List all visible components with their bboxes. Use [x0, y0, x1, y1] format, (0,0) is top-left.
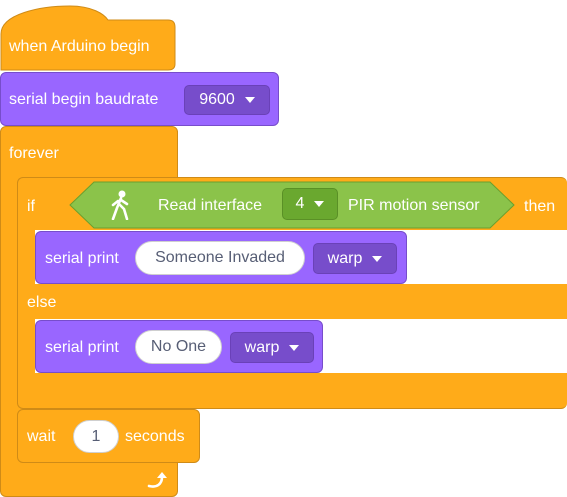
sensor-label: PIR motion sensor	[348, 197, 480, 214]
chevron-down-icon	[244, 97, 255, 103]
baudrate-value: 9600	[199, 91, 235, 108]
print-text-value: No One	[150, 338, 207, 355]
baudrate-dropdown[interactable]: 9600	[184, 85, 270, 115]
print-text-value: Someone Invaded	[155, 249, 285, 266]
wait-label: wait	[27, 428, 56, 445]
hat-block-shape	[0, 5, 176, 71]
print-mode-value: warp	[327, 249, 363, 267]
serial-begin-block[interactable]: serial begin baudrate 9600	[0, 72, 279, 126]
print-mode-dropdown[interactable]: warp	[230, 332, 314, 363]
seconds-label: seconds	[125, 428, 185, 445]
print-text-input[interactable]: No One	[135, 330, 222, 364]
chevron-down-icon	[314, 201, 325, 207]
hat-block-when-arduino-begin[interactable]: when Arduino begin	[0, 0, 177, 72]
port-dropdown[interactable]: 4	[282, 188, 338, 220]
chevron-down-icon	[372, 255, 383, 262]
else-label: else	[27, 294, 57, 311]
serial-print-label: serial print	[45, 250, 119, 267]
walking-person-icon	[111, 190, 129, 220]
read-interface-label: Read interface	[158, 197, 263, 214]
print-mode-value: warp	[244, 338, 280, 356]
chevron-down-icon	[289, 344, 300, 351]
wait-seconds-input[interactable]: 1	[73, 420, 119, 453]
wait-block[interactable]: wait 1 seconds	[17, 409, 200, 463]
serial-print-block-invaded[interactable]: serial print Someone Invaded warp	[35, 231, 407, 284]
port-value: 4	[295, 195, 305, 212]
then-label: then	[524, 198, 556, 215]
if-label: if	[27, 198, 35, 215]
serial-print-block-no-one[interactable]: serial print No One warp	[35, 320, 323, 373]
hat-block-label: when Arduino begin	[9, 38, 150, 55]
print-text-input[interactable]: Someone Invaded	[135, 241, 305, 275]
serial-print-label: serial print	[45, 339, 119, 356]
print-mode-dropdown[interactable]: warp	[313, 243, 397, 274]
loop-arrow-icon	[147, 472, 167, 488]
forever-label: forever	[9, 145, 59, 162]
serial-begin-label: serial begin baudrate	[9, 91, 159, 108]
wait-seconds-value: 1	[91, 427, 101, 445]
